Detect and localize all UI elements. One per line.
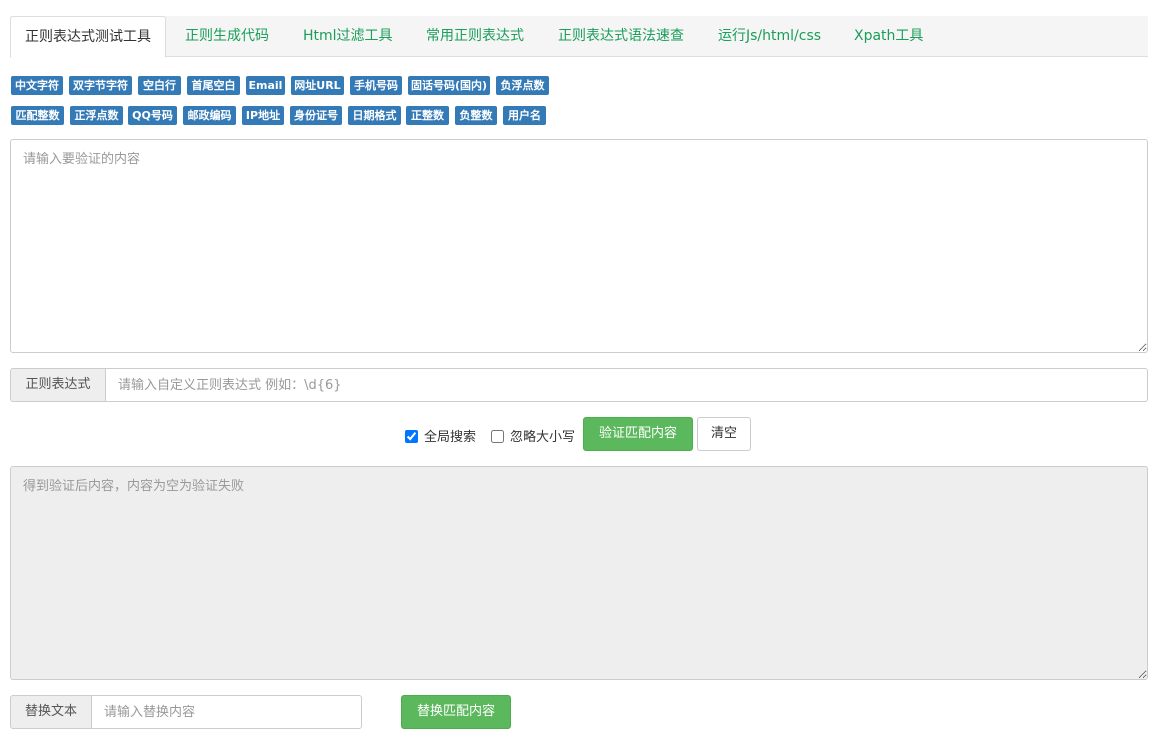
tab-bar: 正则表达式测试工具 正则生成代码 Html过滤工具 常用正则表达式 正则表达式语…: [10, 16, 1148, 58]
tag-qq-number[interactable]: QQ号码: [128, 106, 177, 125]
regex-label: 正则表达式: [10, 368, 106, 402]
global-search-label: 全局搜索: [424, 430, 477, 445]
tag-id-card[interactable]: 身份证号: [290, 106, 342, 125]
ignore-case-checkbox[interactable]: [491, 430, 504, 443]
tag-date-format[interactable]: 日期格式: [348, 106, 401, 125]
tag-blank-line[interactable]: 空白行: [138, 76, 181, 95]
tag-chinese-chars[interactable]: 中文字符: [11, 76, 63, 95]
tab-regex-codegen[interactable]: 正则生成代码: [185, 16, 269, 57]
tab-common-regex[interactable]: 常用正则表达式: [426, 16, 524, 57]
tag-ip-address[interactable]: IP地址: [242, 106, 284, 125]
tab-xpath-tool[interactable]: Xpath工具: [854, 16, 923, 57]
tag-match-integer[interactable]: 匹配整数: [11, 106, 64, 125]
tag-postal-code[interactable]: 邮政编码: [183, 106, 236, 125]
result-output[interactable]: [10, 466, 1148, 680]
ignore-case-option[interactable]: 忽略大小写: [491, 428, 575, 448]
replace-label: 替换文本: [10, 695, 92, 729]
replace-input[interactable]: [92, 695, 362, 729]
tab-html-filter[interactable]: Html过滤工具: [303, 16, 393, 57]
tag-positive-float[interactable]: 正浮点数: [70, 106, 123, 125]
tag-negative-float[interactable]: 负浮点数: [496, 76, 549, 95]
verify-match-button[interactable]: 验证匹配内容: [583, 417, 693, 451]
tag-positive-integer[interactable]: 正整数: [406, 106, 449, 125]
tag-negative-integer[interactable]: 负整数: [455, 106, 497, 125]
tag-username[interactable]: 用户名: [503, 106, 546, 125]
global-search-checkbox[interactable]: [405, 430, 418, 443]
tag-url[interactable]: 网址URL: [291, 76, 344, 95]
tag-trim-whitespace[interactable]: 首尾空白: [187, 76, 240, 95]
tag-mobile-number[interactable]: 手机号码: [350, 76, 402, 95]
replace-match-button[interactable]: 替换匹配内容: [401, 695, 511, 729]
tag-email[interactable]: Email: [246, 76, 285, 95]
tab-run-js-html-css[interactable]: 运行Js/html/css: [718, 16, 821, 57]
content-input[interactable]: [10, 139, 1148, 353]
tag-landline-number[interactable]: 固话号码(国内): [408, 76, 490, 95]
global-search-option[interactable]: 全局搜索: [405, 428, 476, 448]
tab-regex-syntax[interactable]: 正则表达式语法速查: [558, 16, 684, 57]
tab-regex-test[interactable]: 正则表达式测试工具: [10, 16, 166, 58]
tag-double-byte-chars[interactable]: 双字节字符: [69, 76, 132, 95]
regex-input[interactable]: [106, 368, 1148, 402]
clear-button[interactable]: 清空: [697, 417, 751, 451]
ignore-case-label: 忽略大小写: [510, 430, 576, 445]
